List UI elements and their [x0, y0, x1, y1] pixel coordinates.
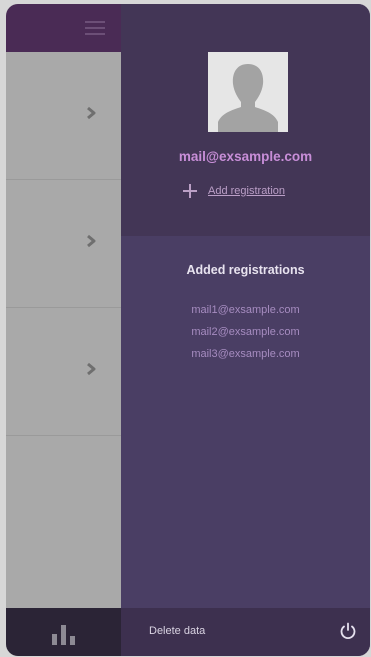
bottom-tab-bar — [6, 608, 121, 656]
profile-section: mail@exsample.com Add registration — [121, 4, 370, 236]
list-item[interactable] — [6, 308, 121, 436]
delete-data-button[interactable]: Delete data — [149, 625, 205, 637]
add-registration-button[interactable]: Add registration — [183, 183, 285, 199]
bar-chart-icon[interactable] — [52, 623, 76, 645]
list-item[interactable]: mail3@exsample.com — [121, 343, 370, 365]
chevron-right-icon — [87, 362, 96, 376]
chevron-right-icon — [87, 106, 96, 120]
main-content — [6, 4, 121, 656]
registrations-list: mail1@exsample.com mail2@exsample.com ma… — [121, 299, 370, 365]
app-header — [6, 4, 121, 52]
add-registration-link[interactable]: Add registration — [208, 185, 285, 197]
side-drawer: mail@exsample.com Add registration Added… — [121, 4, 370, 656]
hamburger-icon[interactable] — [85, 21, 105, 36]
plus-icon — [183, 184, 197, 198]
user-email: mail@exsample.com — [178, 149, 313, 164]
chevron-right-icon — [87, 234, 96, 248]
registrations-title: Added registrations — [186, 263, 305, 277]
user-avatar-icon — [208, 52, 288, 132]
drawer-footer: Delete data — [121, 608, 370, 656]
list-item[interactable] — [6, 180, 121, 308]
app-screen: mail@exsample.com Add registration Added… — [6, 4, 370, 656]
list-item[interactable]: mail2@exsample.com — [121, 321, 370, 343]
power-icon[interactable] — [339, 622, 357, 640]
list-item[interactable]: mail1@exsample.com — [121, 299, 370, 321]
list-item[interactable] — [6, 52, 121, 180]
